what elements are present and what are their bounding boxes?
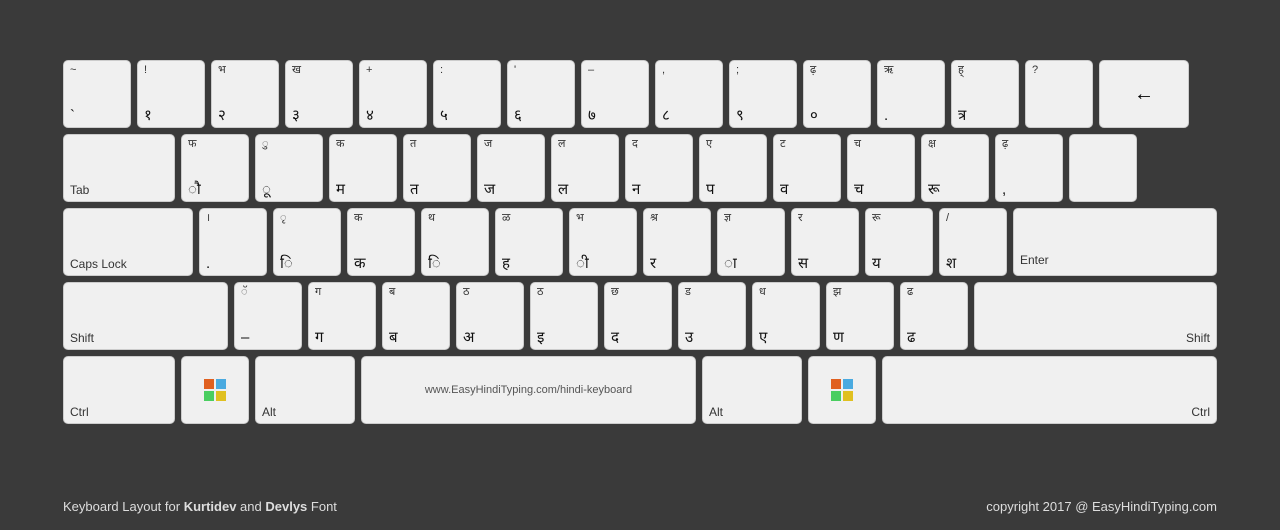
footer-copyright: copyright 2017 @ EasyHindiTyping.com bbox=[986, 499, 1217, 514]
key-h[interactable]: भ ी bbox=[569, 208, 637, 276]
key-open-bracket[interactable]: क्ष रू bbox=[921, 134, 989, 202]
key-minus[interactable]: ऋ . bbox=[877, 60, 945, 128]
key-6[interactable]: ' ६ bbox=[507, 60, 575, 128]
key-g[interactable]: ळ ह bbox=[495, 208, 563, 276]
key-q[interactable]: फ ौ bbox=[181, 134, 249, 202]
backspace-arrow-icon: ← bbox=[1134, 83, 1154, 106]
key-period[interactable]: झ ण bbox=[826, 282, 894, 350]
key-u[interactable]: द न bbox=[625, 134, 693, 202]
right-alt-key[interactable]: Alt bbox=[702, 356, 802, 424]
windows-icon bbox=[204, 379, 226, 401]
key-comma[interactable]: ध ए bbox=[752, 282, 820, 350]
key-p[interactable]: च च bbox=[847, 134, 915, 202]
key-row-bottom: Ctrl Alt www.EasyHindiTyping.com/hindi-k… bbox=[63, 356, 1217, 424]
key-o[interactable]: ट व bbox=[773, 134, 841, 202]
key-9[interactable]: ; ९ bbox=[729, 60, 797, 128]
key-e[interactable]: क म bbox=[329, 134, 397, 202]
key-f[interactable]: थ ि bbox=[421, 208, 489, 276]
key-0[interactable]: ढ़ ० bbox=[803, 60, 871, 128]
footer-brand2: Devlys bbox=[265, 499, 307, 514]
key-n[interactable]: छ द bbox=[604, 282, 672, 350]
key-7[interactable]: – ७ bbox=[581, 60, 649, 128]
key-backtick[interactable]: ~ ` bbox=[63, 60, 131, 128]
key-t[interactable]: ज ज bbox=[477, 134, 545, 202]
key-w[interactable]: ु ू bbox=[255, 134, 323, 202]
key-j[interactable]: श्र र bbox=[643, 208, 711, 276]
enter-key[interactable]: Enter bbox=[1013, 208, 1217, 276]
key-v[interactable]: ठ अ bbox=[456, 282, 524, 350]
backspace-key[interactable]: ← bbox=[1099, 60, 1189, 128]
key-3[interactable]: ख ३ bbox=[285, 60, 353, 128]
caps-lock-key[interactable]: Caps Lock bbox=[63, 208, 193, 276]
key-s[interactable]: ृ ि bbox=[273, 208, 341, 276]
key-k[interactable]: ज्ञ ा bbox=[717, 208, 785, 276]
key-2[interactable]: भ २ bbox=[211, 60, 279, 128]
left-shift-key[interactable]: Shift bbox=[63, 282, 228, 350]
key-row-shift: Shift ॅ – ग ग ब ब ठ अ ठ इ छ द ड उ bbox=[63, 282, 1217, 350]
key-close-bracket[interactable]: ढ़ , bbox=[995, 134, 1063, 202]
tab-key[interactable]: Tab bbox=[63, 134, 175, 202]
key-b[interactable]: ठ इ bbox=[530, 282, 598, 350]
key-semicolon[interactable]: रू य bbox=[865, 208, 933, 276]
left-alt-key[interactable]: Alt bbox=[255, 356, 355, 424]
key-backslash[interactable] bbox=[1069, 134, 1137, 202]
left-win-key[interactable] bbox=[181, 356, 249, 424]
key-d[interactable]: क क bbox=[347, 208, 415, 276]
key-x[interactable]: ग ग bbox=[308, 282, 376, 350]
footer-brand1: Kurtidev bbox=[184, 499, 237, 514]
spacebar-key[interactable]: www.EasyHindiTyping.com/hindi-keyboard bbox=[361, 356, 696, 424]
right-win-key[interactable] bbox=[808, 356, 876, 424]
key-row-top: Tab फ ौ ु ू क म त त ज ज ल ल द न bbox=[63, 134, 1217, 202]
key-row-home: Caps Lock । . ृ ि क क थ ि ळ ह भ ी श्र र bbox=[63, 208, 1217, 276]
footer-prefix: Keyboard Layout for bbox=[63, 499, 184, 514]
key-r[interactable]: त त bbox=[403, 134, 471, 202]
left-ctrl-key[interactable]: Ctrl bbox=[63, 356, 175, 424]
keyboard-layout: ~ ` ! १ भ २ ख ३ + ४ : ५ ' ६ – ७ bbox=[63, 60, 1217, 430]
footer-suffix: Font bbox=[307, 499, 337, 514]
key-z[interactable]: ॅ – bbox=[234, 282, 302, 350]
key-slash[interactable]: ढ ढ bbox=[900, 282, 968, 350]
key-equals[interactable]: ह् त्र bbox=[951, 60, 1019, 128]
right-ctrl-key[interactable]: Ctrl bbox=[882, 356, 1217, 424]
key-i[interactable]: ए प bbox=[699, 134, 767, 202]
footer: Keyboard Layout for Kurtidev and Devlys … bbox=[63, 499, 1217, 514]
key-bracket[interactable]: ? bbox=[1025, 60, 1093, 128]
key-y[interactable]: ल ल bbox=[551, 134, 619, 202]
footer-and: and bbox=[236, 499, 265, 514]
key-4[interactable]: + ४ bbox=[359, 60, 427, 128]
key-8[interactable]: , ८ bbox=[655, 60, 723, 128]
key-5[interactable]: : ५ bbox=[433, 60, 501, 128]
key-m[interactable]: ड उ bbox=[678, 282, 746, 350]
key-row-numbers: ~ ` ! १ भ २ ख ३ + ४ : ५ ' ६ – ७ bbox=[63, 60, 1217, 128]
key-c[interactable]: ब ब bbox=[382, 282, 450, 350]
key-1[interactable]: ! १ bbox=[137, 60, 205, 128]
windows-icon-right bbox=[831, 379, 853, 401]
key-quote[interactable]: / श bbox=[939, 208, 1007, 276]
footer-left-text: Keyboard Layout for Kurtidev and Devlys … bbox=[63, 499, 337, 514]
spacebar-url: www.EasyHindiTyping.com/hindi-keyboard bbox=[425, 384, 632, 396]
key-l[interactable]: र स bbox=[791, 208, 859, 276]
right-shift-key[interactable]: Shift bbox=[974, 282, 1217, 350]
key-a[interactable]: । . bbox=[199, 208, 267, 276]
